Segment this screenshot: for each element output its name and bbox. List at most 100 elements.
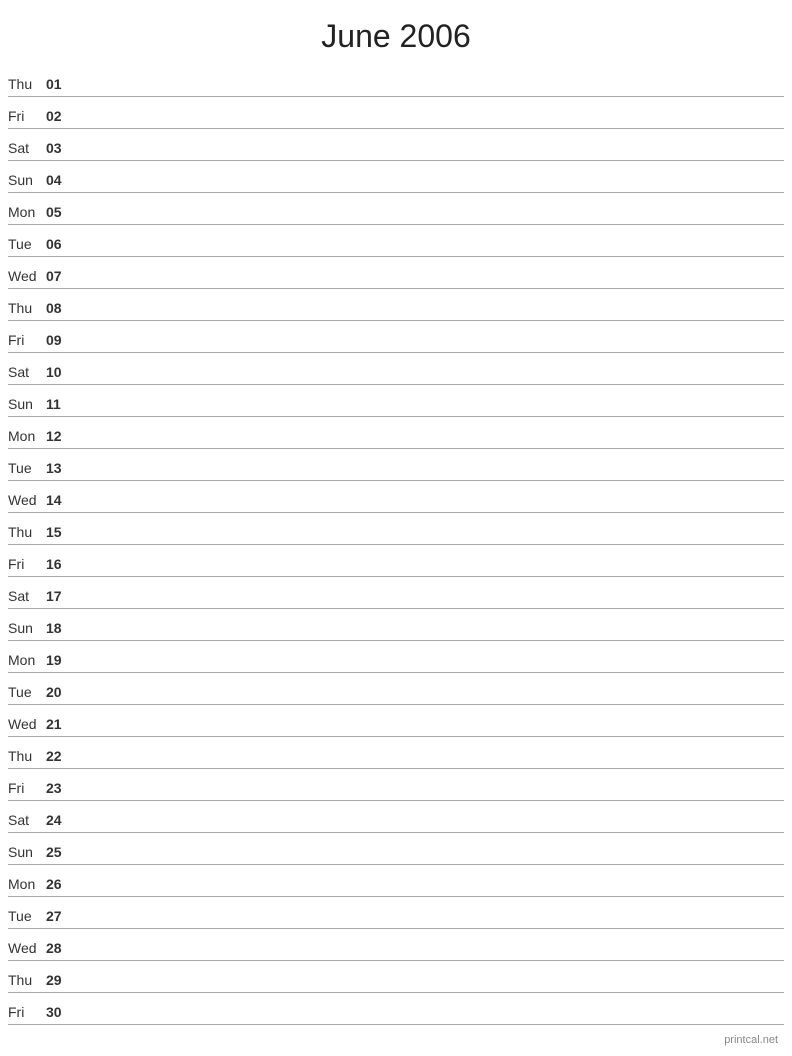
day-name: Sun (8, 844, 46, 860)
day-number: 15 (46, 524, 74, 540)
day-row: Wed07 (8, 257, 784, 289)
day-number: 04 (46, 172, 74, 188)
day-name: Fri (8, 1004, 46, 1020)
day-line (74, 699, 784, 700)
day-number: 18 (46, 620, 74, 636)
day-number: 19 (46, 652, 74, 668)
day-row: Thu01 (8, 65, 784, 97)
day-line (74, 859, 784, 860)
day-name: Fri (8, 108, 46, 124)
day-line (74, 251, 784, 252)
day-name: Wed (8, 492, 46, 508)
day-number: 24 (46, 812, 74, 828)
day-number: 21 (46, 716, 74, 732)
day-row: Wed14 (8, 481, 784, 513)
day-name: Sat (8, 364, 46, 380)
day-line (74, 763, 784, 764)
day-number: 22 (46, 748, 74, 764)
day-number: 26 (46, 876, 74, 892)
day-row: Sun25 (8, 833, 784, 865)
day-line (74, 123, 784, 124)
day-number: 16 (46, 556, 74, 572)
day-line (74, 731, 784, 732)
day-line (74, 987, 784, 988)
day-row: Sun18 (8, 609, 784, 641)
day-line (74, 891, 784, 892)
day-row: Thu29 (8, 961, 784, 993)
day-row: Fri23 (8, 769, 784, 801)
day-row: Fri30 (8, 993, 784, 1025)
day-line (74, 539, 784, 540)
day-line (74, 507, 784, 508)
day-row: Wed28 (8, 929, 784, 961)
day-row: Fri02 (8, 97, 784, 129)
day-row: Sat17 (8, 577, 784, 609)
day-line (74, 571, 784, 572)
day-line (74, 219, 784, 220)
footer-text: printcal.net (724, 1034, 778, 1046)
day-line (74, 443, 784, 444)
day-name: Sun (8, 172, 46, 188)
day-row: Mon19 (8, 641, 784, 673)
day-line (74, 667, 784, 668)
day-line (74, 91, 784, 92)
day-number: 17 (46, 588, 74, 604)
day-row: Fri16 (8, 545, 784, 577)
day-name: Mon (8, 876, 46, 892)
day-row: Fri09 (8, 321, 784, 353)
day-row: Tue20 (8, 673, 784, 705)
day-row: Tue13 (8, 449, 784, 481)
day-row: Sat10 (8, 353, 784, 385)
calendar-rows: Thu01Fri02Sat03Sun04Mon05Tue06Wed07Thu08… (0, 65, 792, 1025)
day-row: Mon05 (8, 193, 784, 225)
day-number: 03 (46, 140, 74, 156)
day-name: Wed (8, 716, 46, 732)
day-name: Tue (8, 236, 46, 252)
day-number: 08 (46, 300, 74, 316)
day-name: Sat (8, 588, 46, 604)
day-name: Tue (8, 460, 46, 476)
day-number: 12 (46, 428, 74, 444)
day-number: 28 (46, 940, 74, 956)
day-line (74, 315, 784, 316)
day-line (74, 283, 784, 284)
day-number: 14 (46, 492, 74, 508)
day-row: Mon26 (8, 865, 784, 897)
day-name: Fri (8, 780, 46, 796)
day-row: Thu08 (8, 289, 784, 321)
day-name: Sun (8, 620, 46, 636)
day-line (74, 347, 784, 348)
day-name: Fri (8, 556, 46, 572)
day-number: 29 (46, 972, 74, 988)
day-number: 25 (46, 844, 74, 860)
day-line (74, 795, 784, 796)
day-name: Sat (8, 812, 46, 828)
day-name: Thu (8, 76, 46, 92)
day-name: Tue (8, 908, 46, 924)
day-number: 11 (46, 396, 74, 412)
day-number: 20 (46, 684, 74, 700)
day-number: 09 (46, 332, 74, 348)
day-name: Wed (8, 268, 46, 284)
day-row: Thu22 (8, 737, 784, 769)
day-number: 02 (46, 108, 74, 124)
day-name: Thu (8, 524, 46, 540)
day-row: Sat03 (8, 129, 784, 161)
day-name: Mon (8, 204, 46, 220)
day-number: 13 (46, 460, 74, 476)
day-name: Thu (8, 300, 46, 316)
day-line (74, 923, 784, 924)
day-number: 07 (46, 268, 74, 284)
day-row: Sat24 (8, 801, 784, 833)
day-name: Thu (8, 748, 46, 764)
day-name: Fri (8, 332, 46, 348)
day-row: Thu15 (8, 513, 784, 545)
day-name: Mon (8, 428, 46, 444)
day-number: 23 (46, 780, 74, 796)
day-name: Thu (8, 972, 46, 988)
day-row: Tue06 (8, 225, 784, 257)
day-row: Sun04 (8, 161, 784, 193)
day-line (74, 187, 784, 188)
day-line (74, 475, 784, 476)
day-line (74, 1019, 784, 1020)
